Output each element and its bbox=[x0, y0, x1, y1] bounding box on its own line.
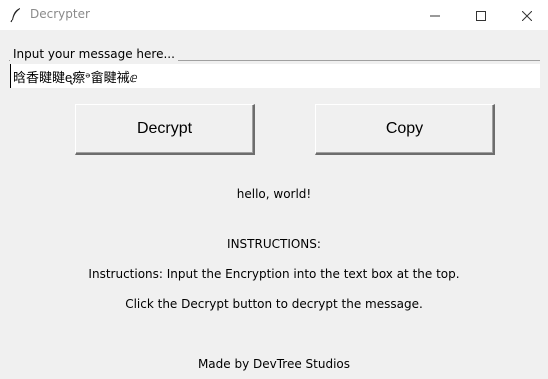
copy-button[interactable]: Copy bbox=[315, 104, 495, 155]
feather-icon bbox=[9, 7, 23, 23]
minimize-button[interactable] bbox=[412, 0, 458, 30]
instructions-line-1: Instructions: Input the Encryption into … bbox=[88, 267, 460, 281]
message-input[interactable] bbox=[10, 64, 540, 88]
maximize-icon bbox=[476, 6, 486, 25]
minimize-icon bbox=[430, 6, 440, 25]
close-button[interactable] bbox=[504, 0, 548, 30]
credit-text: Made by DevTree Studios bbox=[197, 357, 351, 371]
title-bar[interactable]: Decrypter bbox=[0, 0, 548, 30]
maximize-button[interactable] bbox=[458, 0, 504, 30]
output-text: hello, world! bbox=[236, 187, 312, 201]
close-icon bbox=[521, 6, 533, 25]
decrypt-button[interactable]: Decrypt bbox=[75, 104, 255, 155]
instructions-heading: INSTRUCTIONS: bbox=[227, 237, 321, 251]
instructions-line-2: Click the Decrypt button to decrypt the … bbox=[125, 297, 423, 311]
input-frame-label: Input your message here... bbox=[10, 47, 178, 61]
window-title: Decrypter bbox=[30, 7, 90, 21]
